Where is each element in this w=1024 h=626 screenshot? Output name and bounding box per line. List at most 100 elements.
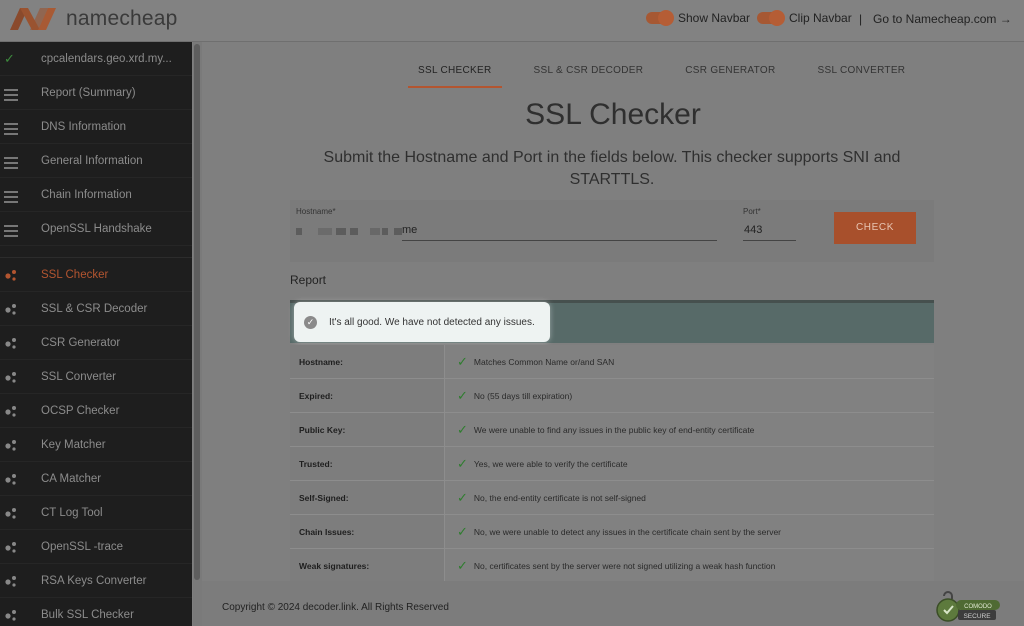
logo-text: namecheap bbox=[66, 7, 178, 30]
clip-navbar-toggle[interactable]: Clip Navbar bbox=[757, 10, 852, 26]
tab-ssl-converter[interactable]: SSL CONVERTER bbox=[808, 62, 916, 88]
sidebar-item-label: Key Matcher bbox=[41, 438, 106, 451]
row-value: ✓ No, certificates sent by the server wer… bbox=[445, 549, 934, 582]
goto-namecheap-link[interactable]: Go to Namecheap.com → bbox=[873, 12, 1012, 26]
sidebar-item-ocsp-checker[interactable]: OCSP Checker bbox=[0, 394, 192, 428]
redacted-text bbox=[318, 228, 332, 235]
status-message: ✓ It's all good. We have not detected an… bbox=[294, 302, 550, 342]
check-icon: ✓ bbox=[457, 455, 468, 471]
report-table: Hostname: ✓ Matches Common Name or/and SA… bbox=[290, 345, 934, 583]
share-nodes-icon bbox=[5, 338, 16, 349]
share-nodes-icon bbox=[5, 270, 16, 281]
port-label: Port* bbox=[743, 207, 761, 216]
sidebar-item-label: General Information bbox=[41, 154, 143, 167]
redacted-text bbox=[382, 228, 388, 235]
sidebar-item-label: DNS Information bbox=[41, 120, 127, 133]
sidebar-item-label: RSA Keys Converter bbox=[41, 574, 147, 587]
namecheap-logo-icon bbox=[10, 8, 56, 30]
row-key: Chain Issues: bbox=[290, 515, 445, 548]
sidebar: ✓ cpcalendars.geo.xrd.my... Report (Summ… bbox=[0, 42, 192, 626]
row-key: Public Key: bbox=[290, 413, 445, 446]
row-key: Trusted: bbox=[290, 447, 445, 480]
tab-csr-generator[interactable]: CSR GENERATOR bbox=[675, 62, 785, 88]
table-row: Chain Issues: ✓ No, we were unable to det… bbox=[290, 515, 934, 549]
sidebar-item-label: OCSP Checker bbox=[41, 404, 120, 417]
list-icon bbox=[4, 123, 18, 135]
port-input-underline bbox=[743, 240, 796, 241]
share-nodes-icon bbox=[5, 372, 16, 383]
sidebar-item-key-matcher[interactable]: Key Matcher bbox=[0, 428, 192, 462]
check-icon: ✓ bbox=[4, 51, 15, 66]
sidebar-item-ct-log-tool[interactable]: CT Log Tool bbox=[0, 496, 192, 530]
share-nodes-icon bbox=[5, 542, 16, 553]
redacted-text bbox=[296, 228, 302, 235]
table-row: Trusted: ✓ Yes, we were able to verify th… bbox=[290, 447, 934, 481]
toggle-switch-icon[interactable] bbox=[646, 10, 674, 26]
sidebar-item-label: SSL Converter bbox=[41, 370, 116, 383]
sidebar-item-label: Report (Summary) bbox=[41, 86, 136, 99]
tab-ssl-checker[interactable]: SSL CHECKER bbox=[408, 62, 502, 88]
namecheap-logo[interactable]: namecheap bbox=[8, 6, 178, 32]
share-nodes-icon bbox=[5, 440, 16, 451]
sidebar-item-label: CA Matcher bbox=[41, 472, 102, 485]
share-nodes-icon bbox=[5, 508, 16, 519]
page-subtitle: Submit the Hostname and Port in the fiel… bbox=[323, 149, 901, 188]
comodo-secure-seal-icon[interactable]: COMODO SECURE bbox=[934, 588, 1002, 622]
sidebar-item-label: Bulk SSL Checker bbox=[41, 608, 134, 621]
check-circle-icon: ✓ bbox=[304, 315, 317, 329]
sidebar-item-ssl-csr-decoder[interactable]: SSL & CSR Decoder bbox=[0, 292, 192, 326]
sidebar-item-ca-matcher[interactable]: CA Matcher bbox=[0, 462, 192, 496]
row-value: ✓ No (55 days till expiration) bbox=[445, 379, 934, 412]
sidebar-item-ssl-converter[interactable]: SSL Converter bbox=[0, 360, 192, 394]
table-row: Public Key: ✓ We were unable to find any … bbox=[290, 413, 934, 447]
sidebar-item-openssl-trace[interactable]: OpenSSL -trace bbox=[0, 530, 192, 564]
tab-ssl-csr-decoder[interactable]: SSL & CSR DECODER bbox=[524, 62, 654, 88]
sidebar-item-chain-information[interactable]: Chain Information bbox=[0, 178, 192, 212]
sidebar-item-openssl-handshake[interactable]: OpenSSL Handshake bbox=[0, 212, 192, 246]
sidebar-item-ssl-checker[interactable]: SSL Checker bbox=[0, 258, 192, 292]
sidebar-item-dns-information[interactable]: DNS Information bbox=[0, 110, 192, 144]
hostname-label: Hostname* bbox=[296, 207, 336, 216]
check-icon: ✓ bbox=[457, 387, 468, 403]
copyright-text: Copyright © 2024 decoder.link. All Right… bbox=[222, 602, 449, 613]
row-value-text: We were unable to find any issues in the… bbox=[473, 424, 755, 435]
sidebar-item-label: CT Log Tool bbox=[41, 506, 103, 519]
header-separator: | bbox=[859, 12, 863, 26]
share-nodes-icon bbox=[5, 610, 16, 621]
row-value-text: No, certificates sent by the server were… bbox=[473, 560, 776, 571]
sidebar-scrollbar-thumb[interactable] bbox=[194, 44, 200, 580]
row-key: Self-Signed: bbox=[290, 481, 445, 514]
row-value: ✓ Yes, we were able to verify the certifi… bbox=[445, 447, 934, 480]
row-value-text: No (55 days till expiration) bbox=[473, 390, 573, 401]
sidebar-item-report-summary[interactable]: Report (Summary) bbox=[0, 76, 192, 110]
show-navbar-toggle[interactable]: Show Navbar bbox=[646, 10, 750, 26]
hostname-input-underline bbox=[402, 240, 717, 241]
check-icon: ✓ bbox=[457, 421, 468, 437]
sidebar-item-label: SSL & CSR Decoder bbox=[41, 302, 148, 315]
sidebar-item-label: SSL Checker bbox=[41, 268, 109, 281]
status-message-text: It's all good. We have not detected any … bbox=[329, 316, 535, 328]
redacted-text bbox=[394, 228, 402, 235]
hostname-input[interactable]: me bbox=[402, 224, 417, 236]
check-button[interactable]: CHECK bbox=[834, 212, 916, 244]
sidebar-divider bbox=[0, 246, 192, 258]
sidebar-item-csr-generator[interactable]: CSR Generator bbox=[0, 326, 192, 360]
svg-text:COMODO: COMODO bbox=[964, 604, 992, 610]
port-input[interactable]: 443 bbox=[744, 224, 762, 236]
share-nodes-icon bbox=[5, 406, 16, 417]
sidebar-item-label: cpcalendars.geo.xrd.my... bbox=[41, 52, 172, 65]
list-icon bbox=[4, 89, 18, 101]
share-nodes-icon bbox=[5, 576, 16, 587]
row-key: Weak signatures: bbox=[290, 549, 445, 582]
sidebar-item-domain[interactable]: ✓ cpcalendars.geo.xrd.my... bbox=[0, 42, 192, 76]
page-title: SSL Checker bbox=[525, 98, 701, 131]
sidebar-item-label: CSR Generator bbox=[41, 336, 121, 349]
toggle-switch-icon[interactable] bbox=[757, 10, 785, 26]
redacted-text bbox=[336, 228, 346, 235]
sidebar-item-bulk-ssl-checker[interactable]: Bulk SSL Checker bbox=[0, 598, 192, 626]
row-value: ✓ No, we were unable to detect any issues… bbox=[445, 515, 934, 548]
table-row: Self-Signed: ✓ No, the end-entity certifi… bbox=[290, 481, 934, 515]
list-icon bbox=[4, 157, 18, 169]
sidebar-item-rsa-keys-converter[interactable]: RSA Keys Converter bbox=[0, 564, 192, 598]
sidebar-item-general-information[interactable]: General Information bbox=[0, 144, 192, 178]
